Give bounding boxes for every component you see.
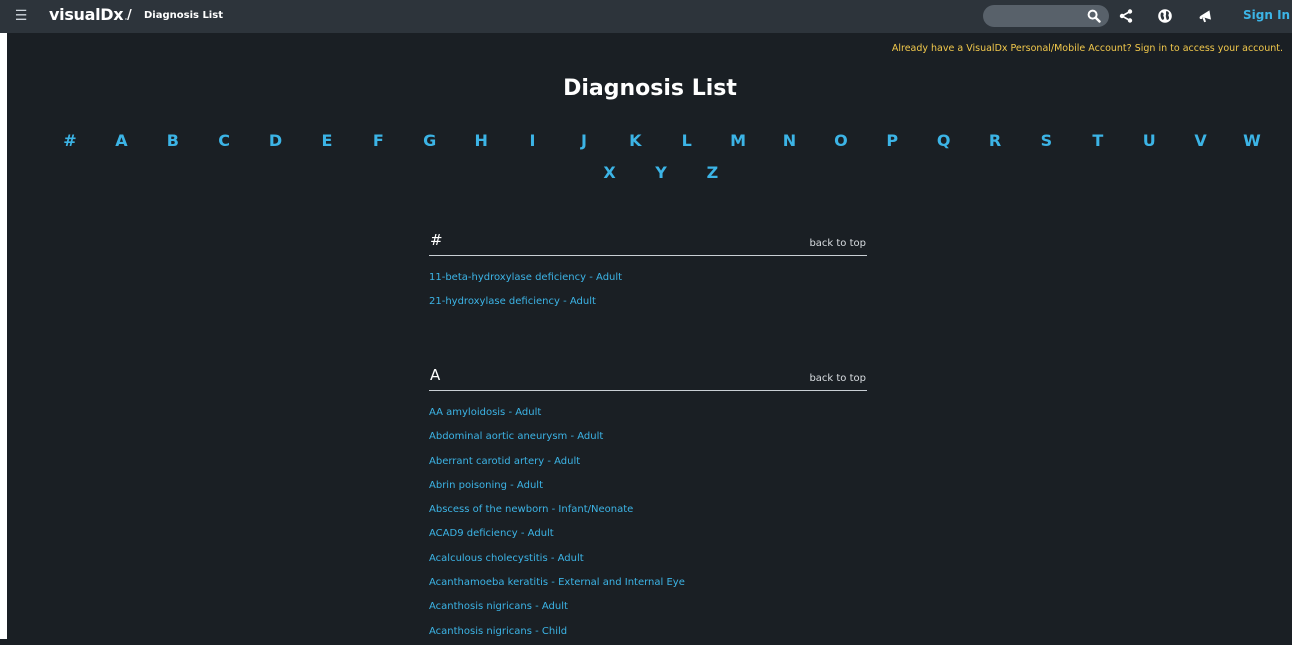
list-item: AA amyloidosis - Adult — [429, 402, 867, 426]
list-item: Acalculous cholecystitis - Adult — [429, 548, 867, 572]
alpha-link-m[interactable]: M — [712, 125, 763, 157]
diagnosis-link[interactable]: Aberrant carotid artery - Adult — [429, 456, 580, 467]
diagnosis-link[interactable]: Abscess of the newborn - Infant/Neonate — [429, 504, 633, 515]
top-navigation-bar: ☰ visualDx. / Diagnosis List Sign In — [0, 0, 1292, 33]
section-a: A back to top AA amyloidosis - Adult Abd… — [429, 363, 867, 645]
alpha-link-k[interactable]: K — [610, 125, 661, 157]
alphabet-navigation: # A B C D E F G H I J K L M N O P Q R S … — [36, 125, 1286, 189]
alpha-link-a[interactable]: A — [96, 125, 147, 157]
list-item: Acanthosis nigricans - Adult — [429, 596, 867, 620]
diagnosis-link[interactable]: Acanthosis nigricans - Adult — [429, 601, 568, 612]
alpha-link-c[interactable]: C — [198, 125, 249, 157]
alpha-link-i[interactable]: I — [507, 125, 558, 157]
share-icon[interactable] — [1118, 8, 1134, 24]
alpha-link-d[interactable]: D — [250, 125, 301, 157]
alpha-link-b[interactable]: B — [147, 125, 198, 157]
diagnosis-link[interactable]: Acalculous cholecystitis - Adult — [429, 553, 584, 564]
alpha-link-w[interactable]: W — [1226, 125, 1277, 157]
list-item: Abrin poisoning - Adult — [429, 475, 867, 499]
section-header: A back to top — [429, 363, 867, 391]
notice-text: Already have a VisualDx Personal/Mobile … — [891, 43, 1132, 54]
visualdx-logo[interactable]: visualDx. — [49, 5, 128, 24]
sign-in-link[interactable]: Sign In — [1243, 8, 1290, 22]
diagnosis-link[interactable]: 11-beta-hydroxylase deficiency - Adult — [429, 272, 622, 283]
diagnosis-link[interactable]: Abdominal aortic aneurysm - Adult — [429, 431, 603, 442]
list-item: Acanthosis nigricans - Child — [429, 621, 867, 645]
breadcrumb-separator: / — [127, 8, 132, 23]
hamburger-icon[interactable]: ☰ — [14, 8, 28, 24]
alpha-link-u[interactable]: U — [1124, 125, 1175, 157]
diagnosis-link[interactable]: ACAD9 deficiency - Adult — [429, 528, 554, 539]
alpha-link-o[interactable]: O — [815, 125, 866, 157]
alpha-link-p[interactable]: P — [867, 125, 918, 157]
alpha-link-z[interactable]: Z — [687, 157, 738, 189]
alpha-link-h[interactable]: H — [455, 125, 506, 157]
search-input[interactable] — [991, 8, 1085, 26]
alpha-link-s[interactable]: S — [1021, 125, 1072, 157]
diagnosis-list: AA amyloidosis - Adult Abdominal aortic … — [429, 402, 867, 645]
alpha-link-q[interactable]: Q — [918, 125, 969, 157]
diagnosis-list: 11-beta-hydroxylase deficiency - Adult 2… — [429, 267, 867, 316]
alpha-link-n[interactable]: N — [764, 125, 815, 157]
alpha-link-l[interactable]: L — [661, 125, 712, 157]
alpha-link-f[interactable]: F — [353, 125, 404, 157]
alpha-link-hash[interactable]: # — [44, 125, 95, 157]
account-notice: Already have a VisualDx Personal/Mobile … — [892, 43, 1283, 54]
list-item: Aberrant carotid artery - Adult — [429, 451, 867, 475]
search-icon[interactable] — [1087, 9, 1101, 23]
search-box[interactable] — [983, 5, 1109, 27]
alpha-link-t[interactable]: T — [1072, 125, 1123, 157]
diagnosis-link[interactable]: 21-hydroxylase deficiency - Adult — [429, 296, 596, 307]
globe-icon[interactable] — [1157, 8, 1173, 24]
alpha-link-g[interactable]: G — [404, 125, 455, 157]
page: ☰ visualDx. / Diagnosis List Sign In Alr… — [0, 0, 1292, 639]
list-item: Acanthamoeba keratitis - External and In… — [429, 572, 867, 596]
alpha-link-v[interactable]: V — [1175, 125, 1226, 157]
alpha-link-y[interactable]: Y — [635, 157, 686, 189]
diagnosis-link[interactable]: Abrin poisoning - Adult — [429, 480, 543, 491]
section-hash: # back to top 11-beta-hydroxylase defici… — [429, 228, 867, 316]
page-title: Diagnosis List — [563, 76, 737, 101]
list-item: Abscess of the newborn - Infant/Neonate — [429, 499, 867, 523]
diagnosis-link[interactable]: Acanthosis nigricans - Child — [429, 626, 567, 637]
section-header: # back to top — [429, 228, 867, 256]
alpha-link-j[interactable]: J — [558, 125, 609, 157]
alpha-link-x[interactable]: X — [584, 157, 635, 189]
sign-in-account-link[interactable]: Sign in to access your account. — [1135, 43, 1283, 54]
list-item: Abdominal aortic aneurysm - Adult — [429, 426, 867, 450]
megaphone-icon[interactable] — [1198, 8, 1214, 24]
list-item: 21-hydroxylase deficiency - Adult — [429, 291, 867, 315]
back-to-top-link[interactable]: back to top — [809, 238, 866, 249]
list-item: ACAD9 deficiency - Adult — [429, 523, 867, 547]
section-letter: # — [430, 231, 443, 249]
section-letter: A — [430, 366, 441, 384]
alpha-link-r[interactable]: R — [969, 125, 1020, 157]
list-item: 11-beta-hydroxylase deficiency - Adult — [429, 267, 867, 291]
logo-text: visualDx — [49, 5, 124, 24]
back-to-top-link[interactable]: back to top — [809, 373, 866, 384]
diagnosis-link[interactable]: Acanthamoeba keratitis - External and In… — [429, 577, 685, 588]
breadcrumb: Diagnosis List — [144, 10, 223, 21]
diagnosis-link[interactable]: AA amyloidosis - Adult — [429, 407, 541, 418]
alpha-link-e[interactable]: E — [301, 125, 352, 157]
